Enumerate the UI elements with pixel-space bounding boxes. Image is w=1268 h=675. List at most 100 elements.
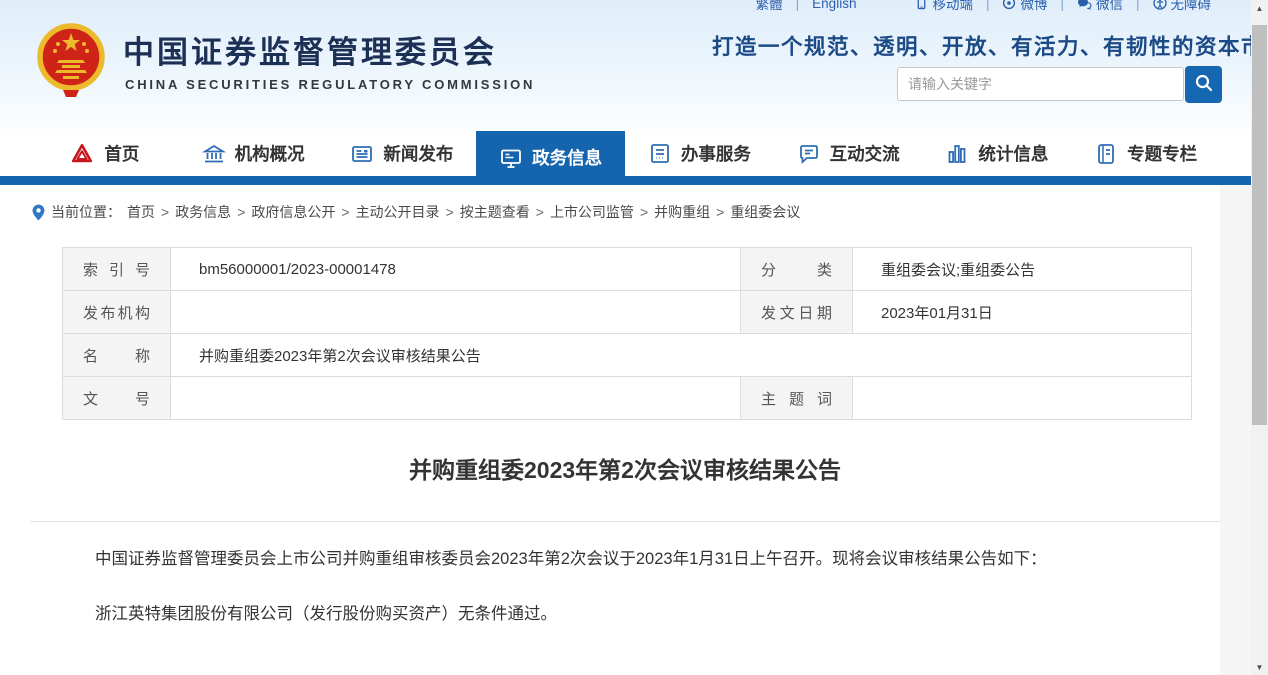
crumb-separator: > [536, 204, 544, 220]
search-input[interactable] [897, 67, 1184, 101]
title-divider [30, 521, 1220, 522]
document-number-label: 文号 [63, 377, 171, 420]
table-row: 名称 并购重组委2023年第2次会议审核结果公告 [63, 334, 1192, 377]
site-title: 中国证券监督管理委员会 [123, 27, 497, 72]
mobile-icon [915, 0, 928, 10]
nav-item-special-columns[interactable]: 专题专栏 [1071, 131, 1220, 176]
nav-label: 专题专栏 [1127, 141, 1197, 166]
nav-label: 政务信息 [532, 145, 602, 170]
location-pin-icon [32, 204, 45, 221]
csrc-logo-icon [69, 142, 95, 166]
article-paragraph-1: 中国证券监督管理委员会上市公司并购重组审核委员会2023年第2次会议于2023年… [62, 547, 1192, 573]
weibo-icon [1002, 0, 1016, 10]
breadcrumb-prefix: 当前位置： [51, 202, 121, 222]
divider: | [1060, 0, 1064, 11]
crumb-by-topic[interactable]: 按主题查看 [460, 202, 530, 222]
crumb-ma-restructuring[interactable]: 并购重组 [654, 202, 710, 222]
name-value: 并购重组委2023年第2次会议审核结果公告 [171, 334, 1192, 377]
wechat-icon [1077, 0, 1092, 10]
lang-english-label: English [812, 0, 856, 11]
table-row: 发布机构 发文日期 2023年01月31日 [63, 291, 1192, 334]
divider: | [796, 0, 800, 11]
nav-label: 机构概况 [235, 141, 305, 166]
wechat-label: 微信 [1096, 0, 1123, 13]
category-label: 分类 [741, 248, 853, 291]
nav-label: 新闻发布 [383, 141, 453, 166]
nav-label: 统计信息 [978, 141, 1048, 166]
nav-item-services[interactable]: 办事服务 [625, 131, 774, 176]
crumb-separator: > [446, 204, 454, 220]
accessibility-icon [1153, 0, 1167, 10]
crumb-active-catalog[interactable]: 主动公开目录 [356, 202, 440, 222]
subject-words-label: 主题词 [741, 377, 853, 420]
stats-icon [945, 142, 969, 166]
nav-item-home[interactable]: 首页 [30, 131, 179, 176]
bank-icon [202, 142, 226, 166]
nav-item-news[interactable]: 新闻发布 [328, 131, 477, 176]
table-row: 索引号 bm56000001/2023-00001478 分类 重组委会议;重组… [63, 248, 1192, 291]
nav-underline-bar [0, 176, 1251, 185]
issue-date-value: 2023年01月31日 [853, 291, 1192, 334]
services-icon [648, 142, 672, 166]
crumb-info-disclosure[interactable]: 政府信息公开 [251, 202, 335, 222]
document-info-table: 索引号 bm56000001/2023-00001478 分类 重组委会议;重组… [62, 247, 1192, 420]
accessibility-label: 无障碍 [1171, 0, 1212, 13]
crumb-separator: > [716, 204, 724, 220]
scrollbar-down-arrow-icon[interactable]: ▼ [1251, 659, 1268, 675]
search-icon [1194, 73, 1214, 96]
chat-icon [797, 142, 821, 166]
lang-english-link[interactable]: English [812, 0, 856, 11]
accessibility-link[interactable]: 无障碍 [1153, 0, 1212, 13]
document-number-value [171, 377, 741, 420]
issue-date-label: 发文日期 [741, 291, 853, 334]
nav-label: 互动交流 [830, 141, 900, 166]
crumb-listed-company-regulation[interactable]: 上市公司监管 [550, 202, 634, 222]
issuing-agency-value [171, 291, 741, 334]
nav-item-interaction[interactable]: 互动交流 [774, 131, 923, 176]
table-row: 文号 主题词 [63, 377, 1192, 420]
main-nav: 首页 机构概况 新闻发布 政务信息 办事服务 互动交流 统计信息 专题专栏 [0, 131, 1251, 176]
lang-traditional-link[interactable]: 繁體 [756, 0, 783, 13]
crumb-separator: > [237, 204, 245, 220]
utility-bar: 繁體 | English 移动端 | 微博 | 微信 | 无障碍 [756, 0, 1211, 13]
divider: | [1136, 0, 1140, 11]
name-label: 名称 [63, 334, 171, 377]
crumb-separator: > [161, 204, 169, 220]
mobile-site-link[interactable]: 移动端 [915, 0, 973, 13]
crumb-restructuring-committee[interactable]: 重组委会议 [730, 202, 800, 222]
national-emblem-logo [33, 20, 109, 98]
crumb-separator: > [341, 204, 349, 220]
nav-label: 首页 [104, 141, 139, 166]
nav-label: 办事服务 [681, 141, 751, 166]
nav-item-about[interactable]: 机构概况 [179, 131, 328, 176]
lang-traditional-label: 繁體 [756, 0, 783, 13]
issuing-agency-label: 发布机构 [63, 291, 171, 334]
weibo-link[interactable]: 微博 [1002, 0, 1047, 13]
divider: | [986, 0, 990, 11]
crumb-home[interactable]: 首页 [127, 202, 155, 222]
article-paragraph-2: 浙江英特集团股份有限公司（发行股份购买资产）无条件通过。 [62, 602, 1192, 628]
index-number-label: 索引号 [63, 248, 171, 291]
page-right-gutter [1220, 185, 1251, 675]
site-header: 繁體 | English 移动端 | 微博 | 微信 | 无障碍 [0, 0, 1251, 131]
vertical-scrollbar[interactable]: ▲ ▼ [1251, 0, 1268, 675]
monitor-icon [499, 146, 523, 170]
scrollbar-thumb[interactable] [1252, 25, 1267, 425]
crumb-separator: > [640, 204, 648, 220]
crumb-government-info[interactable]: 政务信息 [175, 202, 231, 222]
news-icon [350, 142, 374, 166]
wechat-link[interactable]: 微信 [1077, 0, 1123, 13]
subject-words-value [853, 377, 1192, 420]
book-icon [1094, 142, 1118, 166]
mobile-site-label: 移动端 [932, 0, 973, 13]
category-value: 重组委会议;重组委公告 [853, 248, 1192, 291]
weibo-label: 微博 [1020, 0, 1047, 13]
site-slogan: 打造一个规范、透明、开放、有活力、有韧性的资本市场 [712, 30, 1222, 61]
breadcrumb: 当前位置： 首页 > 政务信息 > 政府信息公开 > 主动公开目录 > 按主题查… [32, 202, 800, 222]
article-title: 并购重组委2023年第2次会议审核结果公告 [30, 451, 1220, 485]
search-button[interactable] [1185, 66, 1222, 103]
site-subtitle: CHINA SECURITIES REGULATORY COMMISSION [125, 77, 535, 92]
nav-item-statistics[interactable]: 统计信息 [923, 131, 1072, 176]
scrollbar-up-arrow-icon[interactable]: ▲ [1251, 0, 1268, 16]
index-number-value: bm56000001/2023-00001478 [171, 248, 741, 291]
